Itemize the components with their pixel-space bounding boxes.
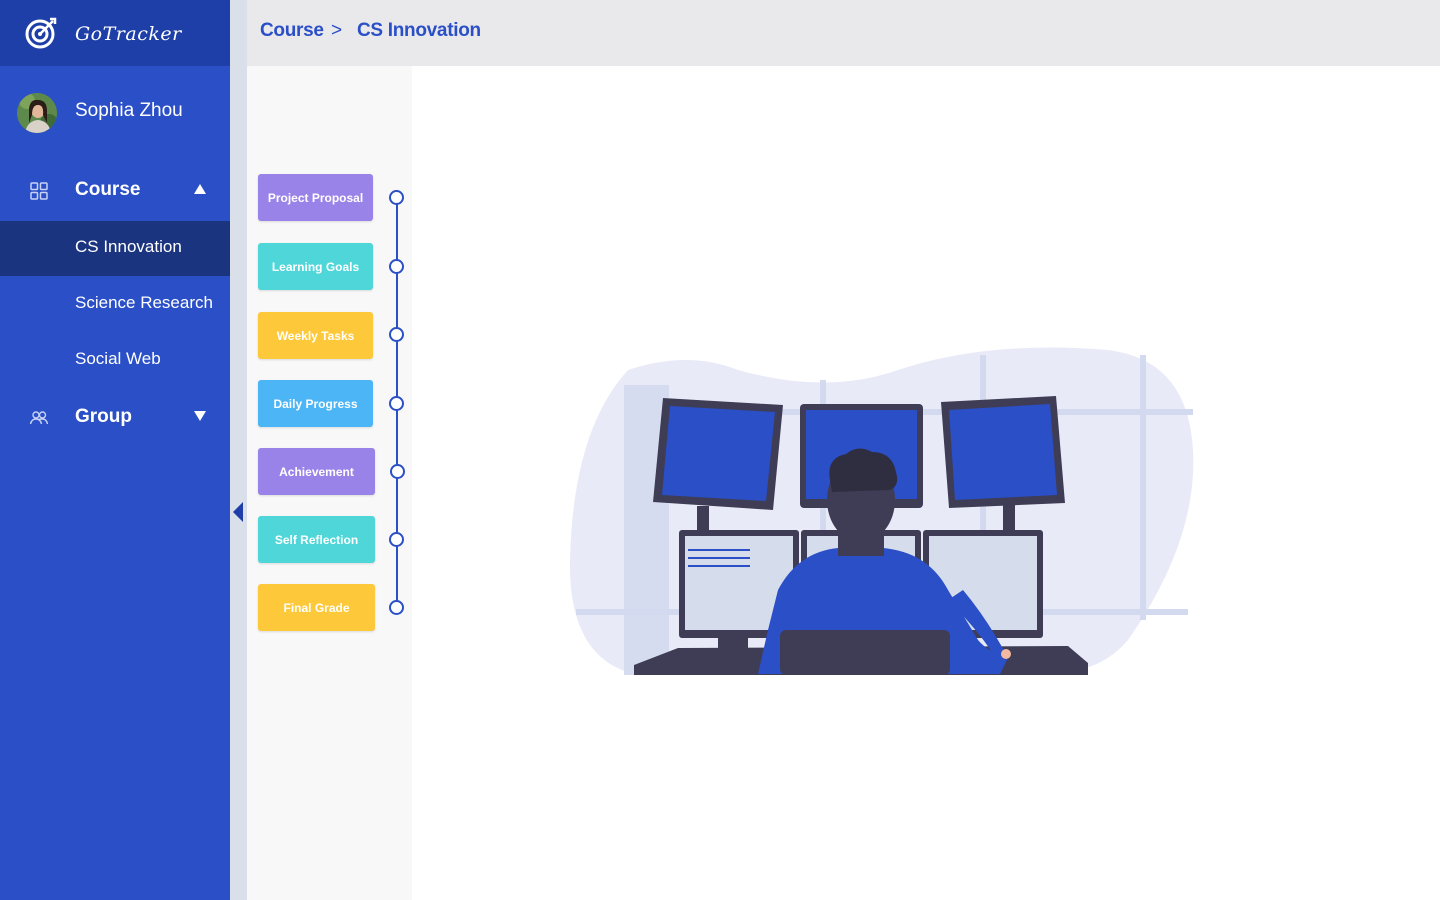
avatar[interactable] bbox=[17, 93, 57, 133]
step-achievement[interactable]: Achievement bbox=[258, 448, 375, 495]
nav-group-label: Group bbox=[75, 406, 132, 427]
nav-course[interactable]: Course bbox=[0, 162, 230, 218]
step-weekly-tasks[interactable]: Weekly Tasks bbox=[258, 312, 373, 359]
breadcrumb-current: CS Innovation bbox=[357, 20, 481, 41]
nav-group[interactable]: Group bbox=[0, 389, 230, 445]
caret-up-icon[interactable] bbox=[194, 184, 206, 194]
nav-course-label: Course bbox=[75, 179, 141, 200]
people-icon bbox=[29, 411, 49, 425]
sidebar-item-social-web[interactable]: Social Web bbox=[0, 333, 230, 388]
timeline-dot[interactable] bbox=[389, 259, 404, 274]
brand-bar: GoTracker bbox=[0, 0, 230, 66]
sidebar-item-cs-innovation[interactable]: CS Innovation bbox=[0, 221, 230, 276]
step-final-grade[interactable]: Final Grade bbox=[258, 584, 375, 631]
step-daily-progress[interactable]: Daily Progress bbox=[258, 380, 373, 427]
step-project-proposal[interactable]: Project Proposal bbox=[258, 174, 373, 221]
timeline-dot[interactable] bbox=[389, 396, 404, 411]
timeline-dot[interactable] bbox=[389, 600, 404, 615]
breadcrumb-course[interactable]: Course bbox=[260, 20, 324, 42]
user-profile[interactable]: Sophia Zhou bbox=[0, 66, 230, 156]
timeline-dot[interactable] bbox=[390, 464, 405, 479]
caret-down-icon[interactable] bbox=[194, 411, 206, 421]
timeline-dot[interactable] bbox=[389, 532, 404, 547]
sidebar-item-science-research[interactable]: Science Research bbox=[0, 277, 230, 332]
timeline-dot[interactable] bbox=[389, 190, 404, 205]
header-bar: Course > CS Innovation bbox=[247, 0, 1440, 66]
collapse-sidebar-icon[interactable] bbox=[232, 502, 244, 522]
sidebar-item-label: Social Web bbox=[75, 349, 161, 368]
sidebar: GoTracker Sophia Zhou Course CS Innovati… bbox=[0, 0, 230, 900]
timeline-dot[interactable] bbox=[389, 327, 404, 342]
breadcrumb-separator: > bbox=[331, 20, 342, 41]
target-icon bbox=[25, 17, 57, 49]
sidebar-collapse-strip bbox=[230, 0, 247, 900]
sidebar-item-label: Science Research bbox=[75, 293, 213, 312]
user-name: Sophia Zhou bbox=[75, 100, 183, 121]
person-at-monitors-illustration bbox=[569, 347, 1194, 675]
grid-icon bbox=[30, 182, 48, 200]
sidebar-item-label: CS Innovation bbox=[75, 237, 182, 256]
brand-name: GoTracker bbox=[75, 23, 182, 45]
step-self-reflection[interactable]: Self Reflection bbox=[258, 516, 375, 563]
step-learning-goals[interactable]: Learning Goals bbox=[258, 243, 373, 290]
